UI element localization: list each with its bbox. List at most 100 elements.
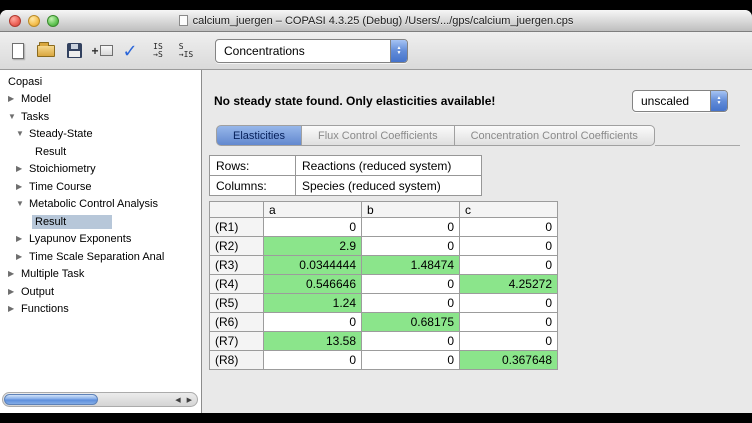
chevron-down-icon[interactable]: ▼ [16,129,26,139]
scale-dropdown[interactable]: unscaled ▲ ▼ [632,90,728,112]
column-header-b[interactable]: b [362,202,460,218]
s-to-is-line2: →IS [179,51,193,59]
chevron-right-icon[interactable]: ▶ [16,252,26,262]
matrix-cell[interactable]: 13.58 [264,332,362,351]
row-header-r7[interactable]: (R7) [210,332,264,351]
add-slider-button[interactable]: + [89,37,115,65]
sidebar-item-steady-state[interactable]: ▼Steady-State [0,126,201,144]
sidebar-item-tasks[interactable]: ▼Tasks [0,108,201,126]
tab-concentration-control-coefficients[interactable]: Concentration Control Coefficients [455,125,655,146]
matrix-cell[interactable]: 0 [460,294,558,313]
sidebar-item-functions[interactable]: ▶Functions [0,301,201,319]
sidebar-horizontal-scrollbar[interactable]: ◀ ▶ [2,392,198,407]
sidebar-item-output[interactable]: ▶Output [0,283,201,301]
dropdown-stepper[interactable]: ▲ ▼ [390,40,407,62]
matrix-cell[interactable]: 0 [264,351,362,370]
s-to-is-button[interactable]: S →IS [173,37,199,65]
table-row: (R7)13.5800 [210,332,558,351]
tab-elasticities[interactable]: Elasticities [216,125,302,146]
matrix-cell[interactable]: 0 [362,218,460,237]
tab-flux-control-coefficients[interactable]: Flux Control Coefficients [302,125,455,146]
sidebar-item-label[interactable]: Output [18,285,57,299]
sidebar-item-label[interactable]: Time Scale Separation Anal [26,250,167,264]
sidebar-item-model[interactable]: ▶Model [0,91,201,109]
minimize-button[interactable] [28,15,40,27]
matrix-cell[interactable]: 0 [460,313,558,332]
matrix-cell[interactable]: 1.48474 [362,256,460,275]
concentrations-dropdown[interactable]: Concentrations ▲ ▼ [215,39,408,63]
sidebar-item-result[interactable]: Result [0,143,201,161]
sidebar-item-label[interactable]: Tasks [18,110,52,124]
sidebar-item-time-scale-separation-anal[interactable]: ▶Time Scale Separation Anal [0,248,201,266]
sidebar-item-label[interactable]: Functions [18,302,72,316]
chevron-right-icon[interactable]: ▶ [8,94,18,104]
new-file-button[interactable] [5,37,31,65]
chevron-right-icon[interactable]: ▶ [16,164,26,174]
zoom-button[interactable] [47,15,59,27]
sidebar-item-label[interactable]: Metabolic Control Analysis [26,197,161,211]
open-file-button[interactable] [33,37,59,65]
chevron-right-icon[interactable]: ▶ [16,234,26,244]
sidebar-item-label[interactable]: Time Course [26,180,95,194]
row-header-r8[interactable]: (R8) [210,351,264,370]
row-header-r1[interactable]: (R1) [210,218,264,237]
matrix-info-rows: Rows: Reactions (reduced system) [210,156,482,176]
column-header-c[interactable]: c [460,202,558,218]
matrix-cell[interactable]: 1.24 [264,294,362,313]
column-header-a[interactable]: a [264,202,362,218]
matrix-cell[interactable]: 0 [460,237,558,256]
scale-dropdown-stepper[interactable]: ▲ ▼ [710,91,727,111]
commit-button[interactable]: ✓ [117,37,143,65]
matrix-cell[interactable]: 0 [460,218,558,237]
sidebar-item-label[interactable]: Result [32,215,112,229]
sidebar-item-multiple-task[interactable]: ▶Multiple Task [0,266,201,284]
matrix-cell[interactable]: 0.546646 [264,275,362,294]
sidebar-item-label[interactable]: Steady-State [26,127,96,141]
sidebar-item-result[interactable]: Result [0,213,201,231]
row-header-r3[interactable]: (R3) [210,256,264,275]
sidebar-item-label[interactable]: Multiple Task [18,267,87,281]
chevron-right-icon[interactable]: ▶ [8,304,18,314]
row-header-r2[interactable]: (R2) [210,237,264,256]
save-button[interactable] [61,37,87,65]
close-button[interactable] [9,15,21,27]
chevron-down-icon[interactable]: ▼ [8,112,18,122]
scrollbar-thumb[interactable] [4,394,98,405]
row-header-r5[interactable]: (R5) [210,294,264,313]
matrix-cell[interactable]: 0 [264,218,362,237]
chevron-right-icon[interactable]: ▶ [8,269,18,279]
matrix-cell[interactable]: 0 [362,275,460,294]
sidebar-item-label[interactable]: Copasi [5,75,45,89]
matrix-cell[interactable]: 2.9 [264,237,362,256]
table-row: (R8)000.367648 [210,351,558,370]
sidebar-item-label[interactable]: Stoichiometry [26,162,99,176]
row-header-r6[interactable]: (R6) [210,313,264,332]
chevron-right-icon[interactable]: ▶ [8,287,18,297]
matrix-cell[interactable]: 0.0344444 [264,256,362,275]
matrix-cell[interactable]: 0 [362,332,460,351]
matrix-cell[interactable]: 0 [362,294,460,313]
matrix-cell[interactable]: 0 [362,237,460,256]
matrix-cell[interactable]: 0.367648 [460,351,558,370]
is-to-s-button[interactable]: IS →S [145,37,171,65]
chevron-down-icon[interactable]: ▼ [16,199,26,209]
elasticities-table: abc(R1)000(R2)2.900(R3)0.03444441.484740… [209,201,558,370]
sidebar-item-stoichiometry[interactable]: ▶Stoichiometry [0,161,201,179]
sidebar-item-label[interactable]: Lyapunov Exponents [26,232,134,246]
matrix-cell[interactable]: 0.68175 [362,313,460,332]
sidebar-item-copasi[interactable]: Copasi [0,73,201,91]
sidebar-item-time-course[interactable]: ▶Time Course [0,178,201,196]
sidebar-item-lyapunov-exponents[interactable]: ▶Lyapunov Exponents [0,231,201,249]
scroll-right-icon[interactable]: ▶ [187,396,192,404]
row-header-r4[interactable]: (R4) [210,275,264,294]
sidebar-item-label[interactable]: Result [32,145,69,159]
matrix-cell[interactable]: 4.25272 [460,275,558,294]
sidebar-item-metabolic-control-analysis[interactable]: ▼Metabolic Control Analysis [0,196,201,214]
chevron-right-icon[interactable]: ▶ [16,182,26,192]
matrix-cell[interactable]: 0 [362,351,460,370]
matrix-cell[interactable]: 0 [264,313,362,332]
scroll-left-icon[interactable]: ◀ [175,396,180,404]
sidebar-item-label[interactable]: Model [18,92,54,106]
matrix-cell[interactable]: 0 [460,332,558,351]
matrix-cell[interactable]: 0 [460,256,558,275]
